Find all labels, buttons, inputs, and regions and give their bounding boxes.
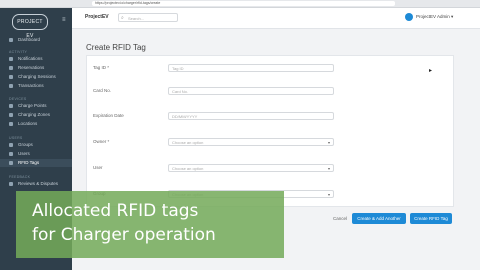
bell-icon	[9, 57, 13, 61]
form-row-user: User Choose an option ▾	[87, 160, 453, 178]
sidebar-item-label: Groups	[18, 142, 33, 147]
browser-bar: https://projectev.io/charger/rfid-tags/c…	[0, 0, 480, 8]
sidebar-item-label: Users	[18, 151, 30, 156]
charger-icon	[9, 104, 13, 108]
avatar[interactable]	[405, 13, 413, 21]
sidebar-item-users[interactable]: Users	[0, 150, 72, 158]
form-row-expiration: Expiration Date DD/MM/YYYY	[87, 108, 453, 126]
tag-icon	[9, 161, 13, 165]
expiration-date-input[interactable]: DD/MM/YYYY	[168, 112, 334, 120]
sidebar-item-label: Reservations	[18, 65, 45, 70]
chevron-down-icon: ▾	[327, 140, 330, 145]
field-placeholder: Tag ID	[172, 66, 184, 71]
calendar-icon	[9, 66, 13, 70]
sidebar-section: FEEDBACK	[9, 175, 31, 179]
sidebar-item-label: Reviews & Disputes	[18, 181, 59, 186]
sidebar-item-transactions[interactable]: Transactions	[0, 82, 72, 90]
sidebar-item-label: Locations	[18, 121, 38, 126]
review-icon	[9, 182, 13, 186]
zone-icon	[9, 113, 13, 117]
caption-line-1: Allocated RFID tags	[32, 201, 199, 221]
field-placeholder: Choose an option	[172, 140, 204, 145]
search-placeholder: Search...	[128, 16, 145, 21]
cancel-button[interactable]: Cancel	[333, 216, 347, 221]
sidebar-item-locations[interactable]: Locations	[0, 120, 72, 128]
location-icon	[9, 122, 13, 126]
create-rfid-form: Tag ID * Tag ID Card No. Card No. Expira…	[86, 55, 454, 207]
sidebar-section: ACTIVITY	[9, 50, 28, 54]
page-title: Create RFID Tag	[86, 43, 146, 52]
user-icon	[9, 152, 13, 156]
field-placeholder: DD/MM/YYYY	[172, 114, 198, 119]
caption-overlay: Allocated RFID tags for Charger operatio…	[16, 191, 284, 258]
dashboard-icon	[9, 38, 13, 42]
field-placeholder: Card No.	[172, 89, 189, 94]
plug-icon	[9, 75, 13, 79]
sidebar-item-label: Charging Zones	[18, 112, 51, 117]
sidebar-item-label: Charging Sessions	[18, 74, 56, 79]
sidebar-item-charging-zones[interactable]: Charging Zones	[0, 111, 72, 119]
sidebar-section: DEVICES	[9, 97, 27, 101]
form-row-tag-id: Tag ID * Tag ID	[87, 60, 453, 78]
owner-select[interactable]: Choose an option ▾	[168, 138, 334, 146]
create-rfid-tag-button[interactable]: Create RFID Tag	[410, 213, 452, 224]
sidebar-item-rfid-tags[interactable]: RFID Tags	[0, 159, 72, 167]
sidebar-item-notifications[interactable]: Notifications	[0, 55, 72, 63]
menu-toggle-icon[interactable]: ≡	[62, 17, 66, 23]
caption-line-2: for Charger operation	[32, 225, 216, 245]
top-header: ProjectEV ⌕ Search... ProjectEV Admin ▾	[72, 8, 480, 29]
search-input[interactable]: ⌕ Search...	[118, 13, 178, 22]
form-row-card-no: Card No. Card No.	[87, 83, 453, 101]
logo[interactable]: PROJECT EV	[12, 14, 48, 39]
form-row-owner: Owner * Choose an option ▾	[87, 134, 453, 152]
field-label: Tag ID *	[93, 65, 110, 70]
sidebar-item-label: Charge Points	[18, 103, 47, 108]
create-add-another-button[interactable]: Create & Add Another	[352, 213, 406, 224]
search-icon: ⌕	[121, 15, 124, 21]
mouse-cursor-icon: ▸	[429, 68, 433, 74]
sidebar-item-charge-points[interactable]: Charge Points	[0, 102, 72, 110]
sidebar-item-label: RFID Tags	[18, 160, 40, 165]
field-placeholder: Choose an option	[172, 166, 204, 171]
sidebar-item-dashboard[interactable]: Dashboard	[0, 36, 72, 44]
user-menu[interactable]: ProjectEV Admin ▾	[416, 14, 453, 20]
field-label: Owner *	[93, 139, 110, 144]
group-icon	[9, 143, 13, 147]
sidebar-item-charging-sessions[interactable]: Charging Sessions	[0, 73, 72, 81]
card-no-input[interactable]: Card No.	[168, 87, 334, 95]
sidebar-item-label: Dashboard	[18, 37, 41, 42]
field-label: Expiration Date	[93, 113, 124, 118]
sidebar-section: USERS	[9, 136, 23, 140]
chevron-down-icon: ▾	[327, 192, 330, 197]
sidebar-item-label: Transactions	[18, 83, 44, 88]
receipt-icon	[9, 84, 13, 88]
sidebar-item-groups[interactable]: Groups	[0, 141, 72, 149]
field-label: Card No.	[93, 88, 112, 93]
sidebar-item-reservations[interactable]: Reservations	[0, 64, 72, 72]
sidebar-item-reviews[interactable]: Reviews & Disputes	[0, 180, 72, 188]
brand-name: ProjectEV	[85, 14, 109, 20]
sidebar-item-label: Notifications	[18, 56, 43, 61]
address-bar[interactable]: https://projectev.io/charger/rfid-tags/c…	[92, 1, 395, 6]
chevron-down-icon: ▾	[327, 166, 330, 171]
field-label: User	[93, 165, 103, 170]
user-select[interactable]: Choose an option ▾	[168, 164, 334, 172]
tag-id-input[interactable]: Tag ID	[168, 64, 334, 72]
